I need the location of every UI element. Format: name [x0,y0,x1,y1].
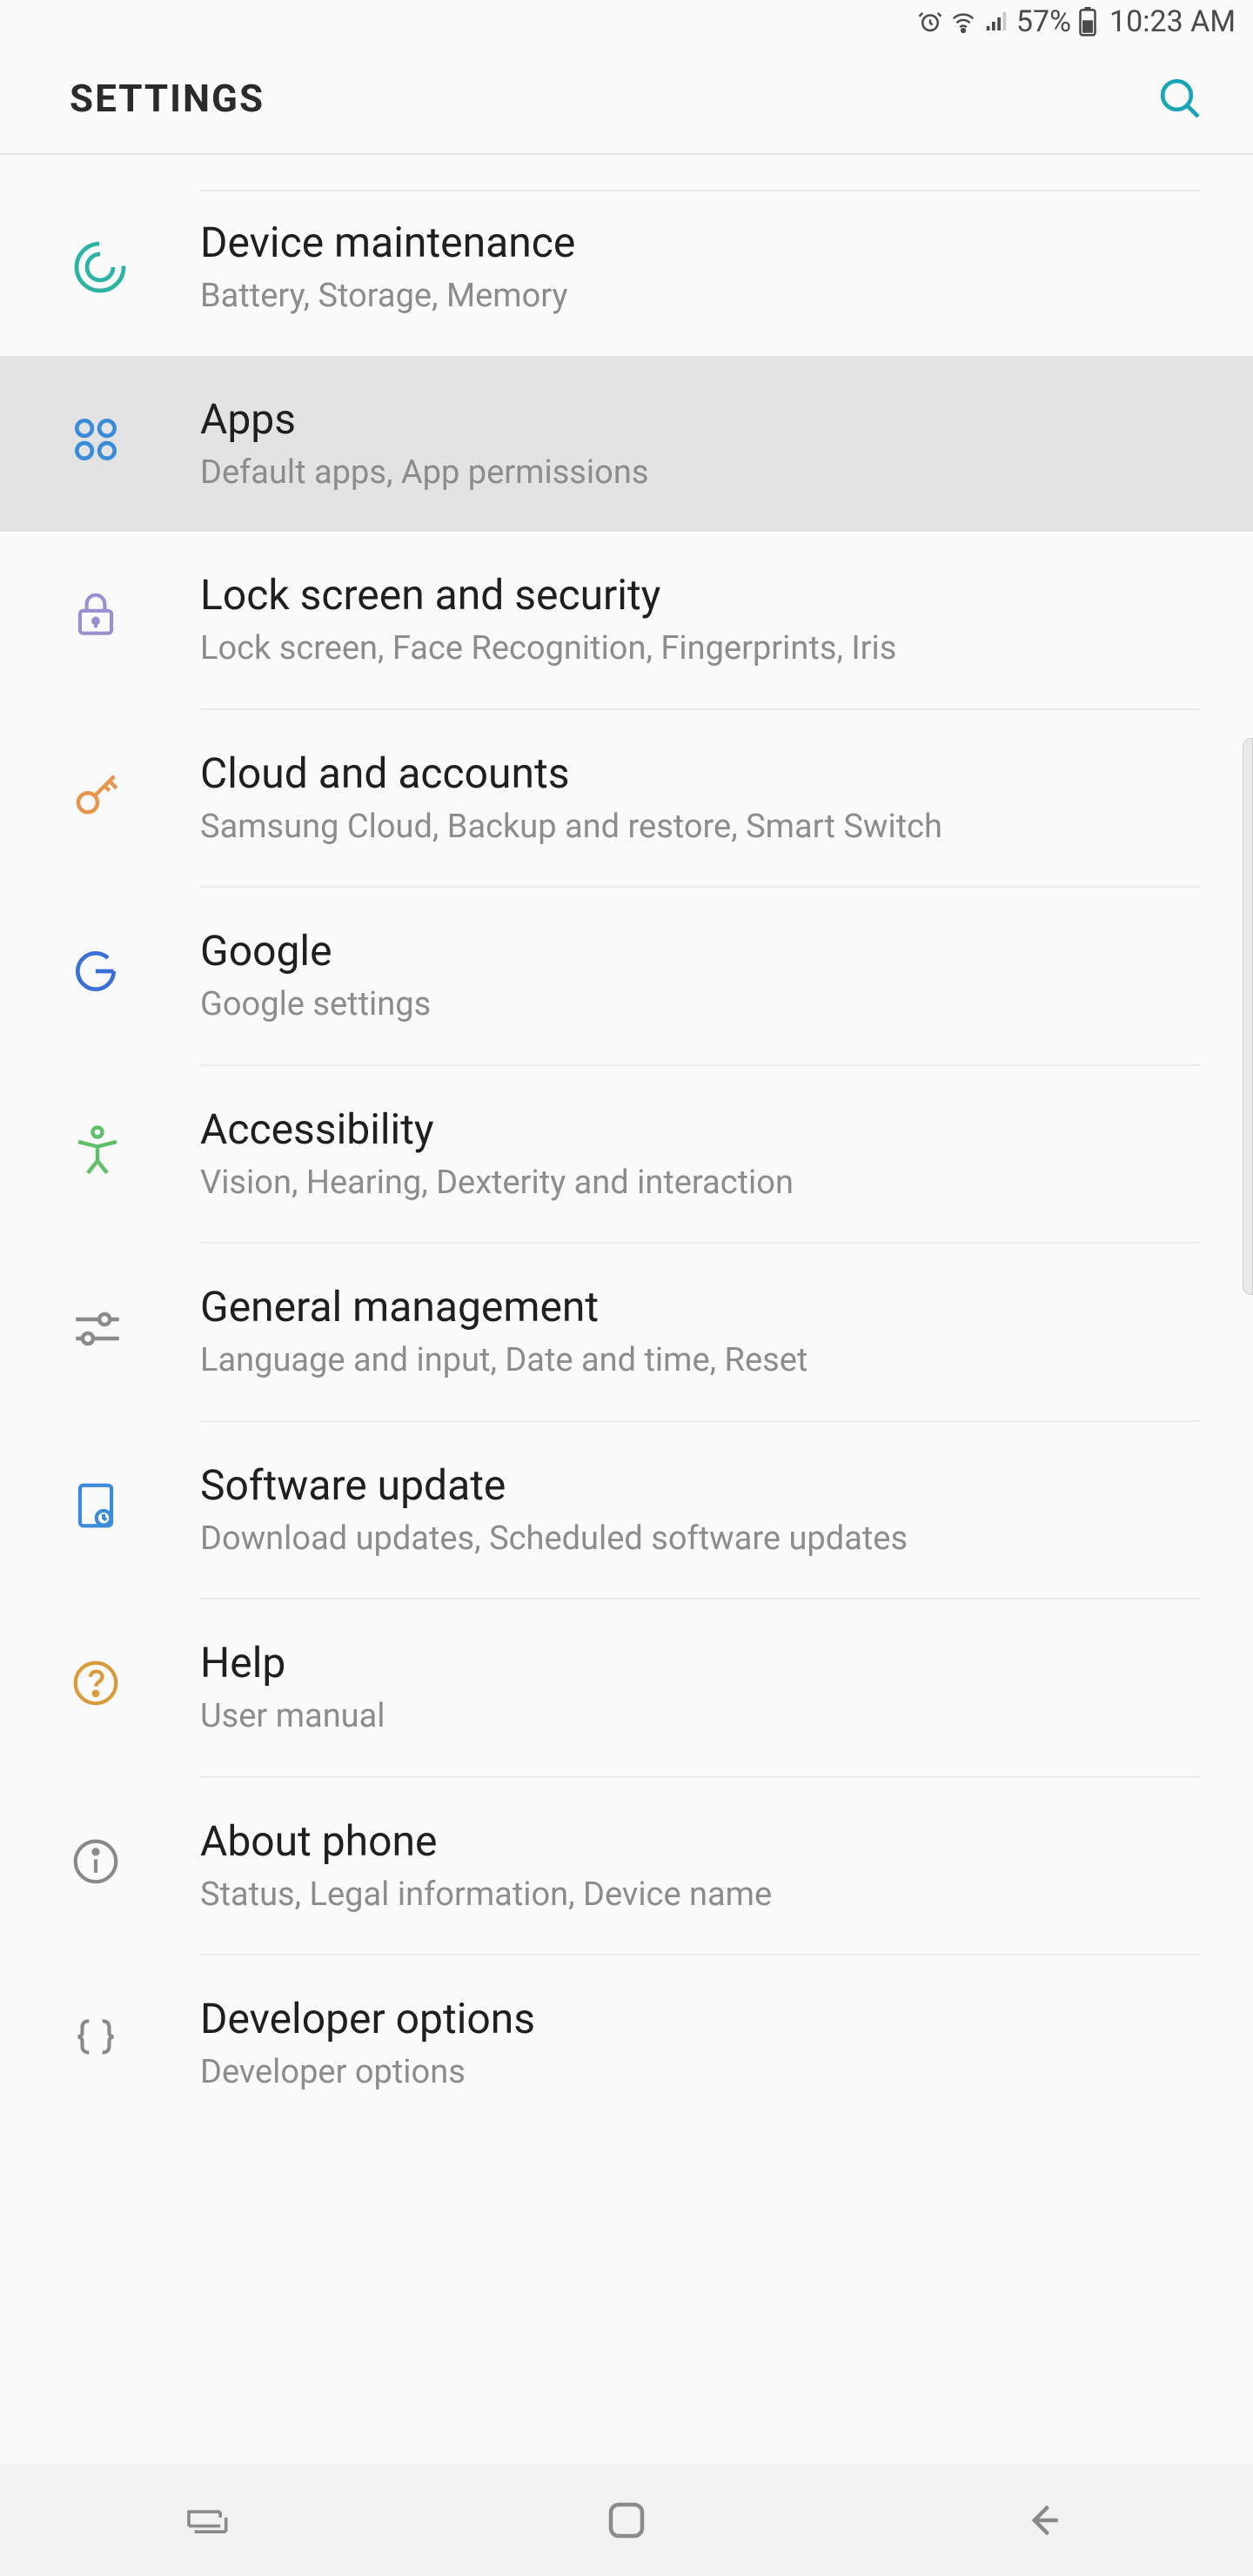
settings-list: Device maintenance Battery, Storage, Mem… [0,190,1253,2132]
item-subtitle: Developer options [200,2052,1218,2094]
wifi-icon [950,9,976,35]
item-title: About phone [200,1816,1218,1866]
item-software-update[interactable]: Software update Download updates, Schedu… [0,1422,1253,1599]
item-subtitle: Lock screen, Face Recognition, Fingerpri… [200,628,1218,670]
item-subtitle: Default apps, App permissions [200,453,1218,494]
item-accessibility[interactable]: Accessibility Vision, Hearing, Dexterity… [0,1066,1253,1243]
clock-time: 10:23 AM [1109,4,1236,39]
search-button[interactable] [1154,72,1206,124]
item-device-maintenance[interactable]: Device maintenance Battery, Storage, Mem… [0,191,1253,356]
help-icon [69,1656,131,1719]
home-icon [603,2497,650,2544]
item-title: Device maintenance [200,218,1218,267]
item-apps[interactable]: Apps Default apps, App permissions [0,356,1253,533]
item-subtitle: Battery, Storage, Memory [200,276,1218,318]
key-icon [69,767,131,829]
item-subtitle: Samsung Cloud, Backup and restore, Smart… [200,807,1218,849]
item-title: Developer options [200,1994,1218,2043]
page-title: SETTINGS [70,76,265,121]
item-title: Help [200,1638,1218,1687]
scroll-thumb[interactable] [1243,738,1253,1295]
system-nav-bar [0,2465,1253,2576]
item-title: General management [200,1282,1218,1332]
item-title: Google [200,926,1218,976]
item-google[interactable]: Google Google settings [0,888,1253,1064]
item-subtitle: Language and input, Date and time, Reset [200,1340,1218,1382]
info-icon [69,1835,131,1897]
item-subtitle: Download updates, Scheduled software upd… [200,1519,1218,1560]
item-developer-options[interactable]: Developer options Developer options [0,1955,1253,2132]
status-bar: 57% 10:23 AM [0,0,1253,44]
home-button[interactable] [539,2485,714,2555]
item-cloud-accounts[interactable]: Cloud and accounts Samsung Cloud, Backup… [0,710,1253,887]
lock-icon [69,588,131,651]
battery-icon [1078,7,1097,37]
device-maintenance-icon [69,236,131,299]
item-help[interactable]: Help User manual [0,1600,1253,1776]
item-subtitle: Google settings [200,984,1218,1026]
software-update-icon [69,1479,131,1541]
item-title: Software update [200,1460,1218,1510]
item-title: Lock screen and security [200,570,1218,620]
accessibility-icon [69,1123,131,1185]
alarm-icon [917,9,943,35]
item-subtitle: Status, Legal information, Device name [200,1875,1218,1916]
item-title: Cloud and accounts [200,748,1218,798]
app-header: SETTINGS [0,44,1253,155]
braces-icon [69,2012,131,2075]
recents-icon [180,2500,238,2540]
back-icon [1021,2497,1068,2544]
item-title: Apps [200,394,1218,444]
search-icon [1156,74,1204,123]
signal-icon [983,9,1009,35]
apps-icon [69,413,131,475]
recents-button[interactable] [122,2485,296,2555]
item-subtitle: User manual [200,1696,1218,1738]
item-general-management[interactable]: General management Language and input, D… [0,1244,1253,1420]
battery-percent: 57% [1016,4,1071,39]
sliders-icon [69,1300,131,1363]
item-about-phone[interactable]: About phone Status, Legal information, D… [0,1778,1253,1955]
google-icon [69,944,131,1007]
back-button[interactable] [957,2485,1131,2555]
item-lock-screen[interactable]: Lock screen and security Lock screen, Fa… [0,532,1253,708]
item-title: Accessibility [200,1104,1218,1154]
item-subtitle: Vision, Hearing, Dexterity and interacti… [200,1163,1218,1204]
